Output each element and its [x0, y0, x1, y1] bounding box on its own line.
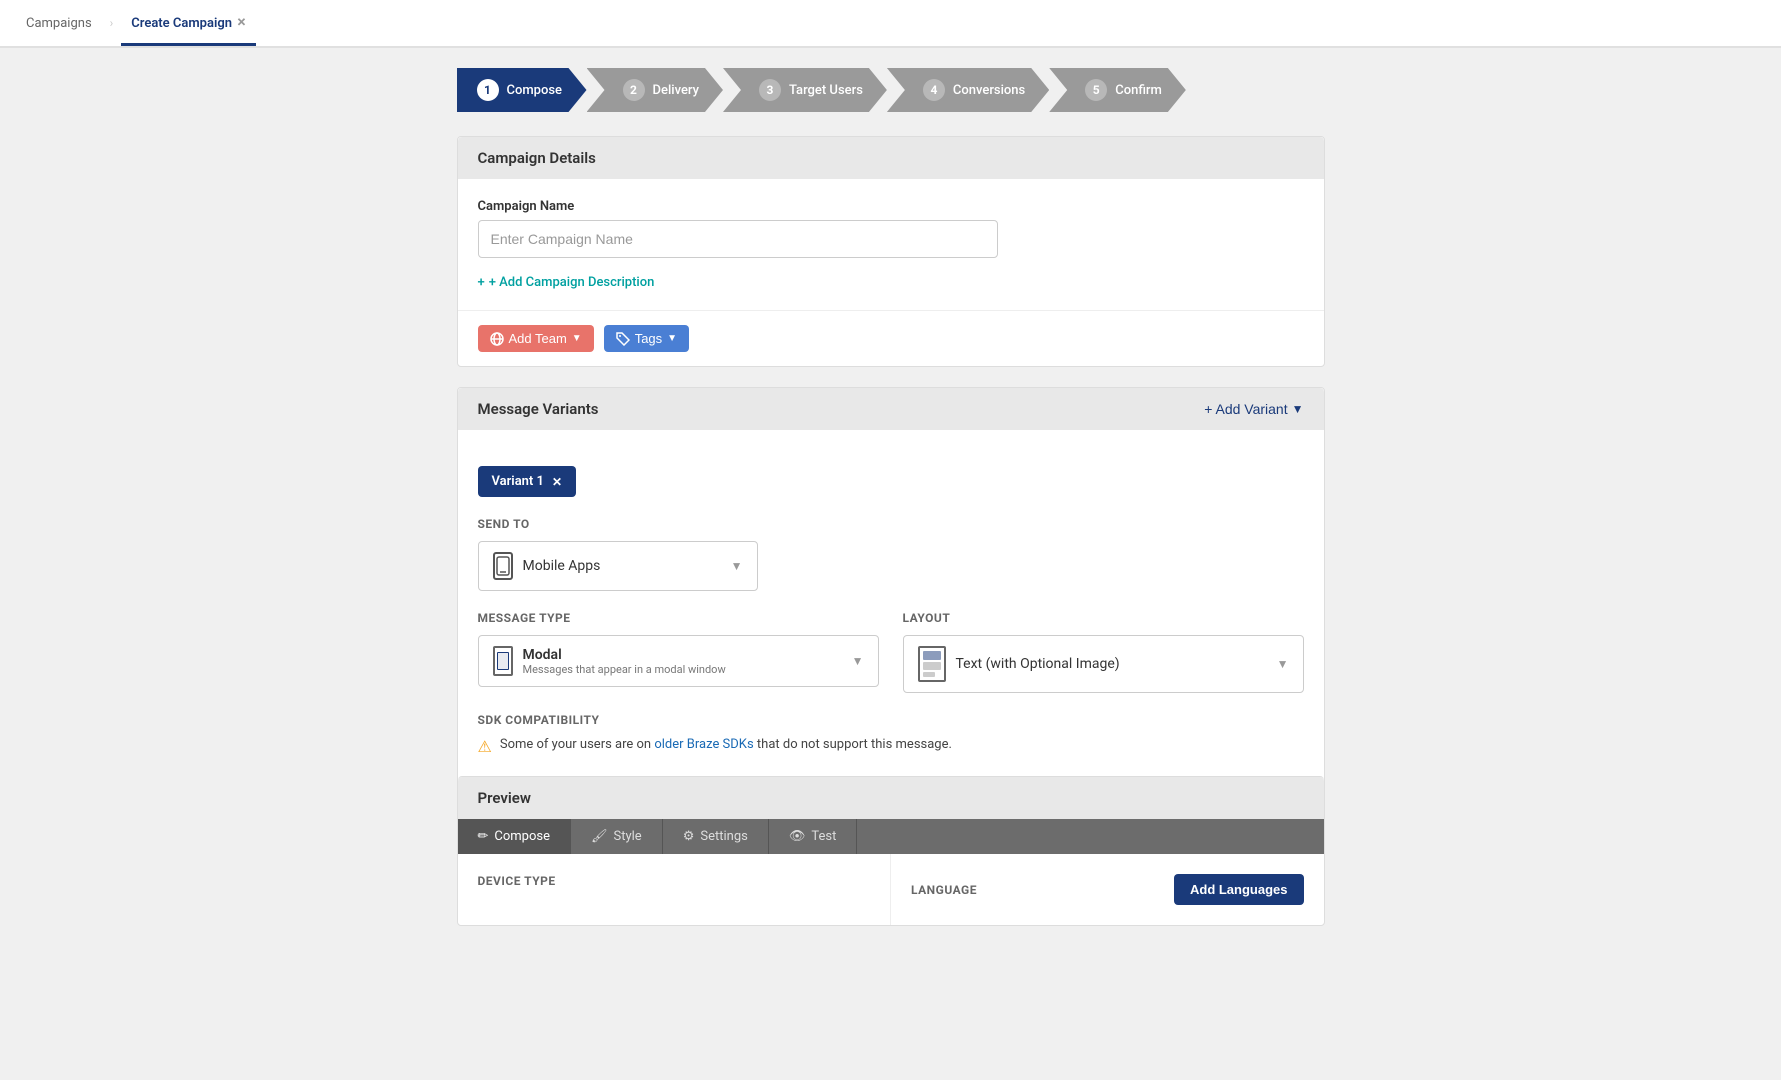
sdk-compat-label: SDK COMPATIBILITY	[478, 713, 1304, 727]
send-to-select-inner: Mobile Apps	[493, 552, 601, 580]
message-type-inner: Modal Messages that appear in a modal wi…	[493, 646, 726, 676]
close-tab-icon[interactable]: ×	[237, 12, 246, 31]
preview-right-panel: LANGUAGE Add Languages	[891, 854, 1324, 925]
tags-row: Add Team ▼ Tags ▼	[458, 310, 1324, 366]
send-to-select[interactable]: Mobile Apps ▼	[478, 541, 758, 591]
sdk-warning-text: Some of your users are on	[500, 737, 651, 752]
preview-section: Preview ✏ Compose 🖌 Style ⚙ Settings 👁 T…	[458, 776, 1324, 925]
device-type-label: DEVICE TYPE	[478, 874, 871, 888]
step-label-confirm: Confirm	[1115, 83, 1162, 98]
step-label-target-users: Target Users	[789, 83, 863, 98]
layout-inner: Text (with Optional Image)	[918, 646, 1120, 682]
top-nav: Campaigns › Create Campaign ×	[0, 0, 1781, 48]
layout-col: LAYOUT Text (with Optional Image) ▼	[903, 611, 1304, 693]
message-variants-body: Variant 1 ✕ SEND TO Mobile Apps	[458, 430, 1324, 776]
globe-icon	[490, 332, 504, 346]
step-number-2: 2	[623, 79, 645, 101]
campaign-name-input[interactable]	[478, 220, 998, 258]
add-variant-chevron-icon: ▼	[1292, 402, 1304, 416]
campaign-details-card: Campaign Details Campaign Name + + Add C…	[457, 136, 1325, 367]
layout-chevron-icon: ▼	[1277, 657, 1289, 671]
wizard-step-target-users[interactable]: 3 Target Users	[723, 68, 887, 112]
message-type-label: MESSAGE TYPE	[478, 611, 879, 625]
wizard-step-confirm[interactable]: 5 Confirm	[1049, 68, 1186, 112]
step-label-delivery: Delivery	[653, 83, 699, 98]
wizard-step-conversions[interactable]: 4 Conversions	[887, 68, 1049, 112]
message-variants-card: Message Variants + Add Variant ▼ Variant…	[457, 387, 1325, 926]
step-label-conversions: Conversions	[953, 83, 1025, 98]
wizard-step-compose[interactable]: 1 Compose	[457, 68, 587, 112]
campaign-name-label: Campaign Name	[478, 199, 1304, 214]
nav-campaigns[interactable]: Campaigns	[16, 4, 102, 43]
step-number-4: 4	[923, 79, 945, 101]
layout-select[interactable]: Text (with Optional Image) ▼	[903, 635, 1304, 693]
nav-create-campaign[interactable]: Create Campaign ×	[121, 0, 255, 46]
tags-button[interactable]: Tags ▼	[604, 325, 689, 352]
preview-left-panel: DEVICE TYPE	[458, 854, 892, 925]
message-type-layout-row: MESSAGE TYPE Modal Messages that appear …	[478, 611, 1304, 693]
add-team-button[interactable]: Add Team ▼	[478, 325, 594, 352]
variant-1-tab[interactable]: Variant 1 ✕	[478, 466, 577, 497]
pencil-icon: ✏	[478, 829, 489, 844]
wizard-step-delivery[interactable]: 2 Delivery	[587, 68, 723, 112]
wizard-steps: 1 Compose 2 Delivery 3 Target Users 4 Co…	[457, 68, 1325, 112]
preview-header: Preview	[458, 777, 1324, 819]
add-languages-button[interactable]: Add Languages	[1174, 874, 1304, 905]
layout-value: Text (with Optional Image)	[956, 656, 1120, 672]
message-variants-header: Message Variants + Add Variant ▼	[458, 388, 1324, 430]
message-type-name: Modal	[523, 647, 726, 663]
gear-icon: ⚙	[683, 829, 695, 844]
step-number-5: 5	[1085, 79, 1107, 101]
tab-settings[interactable]: ⚙ Settings	[663, 819, 769, 854]
sdk-warning-text2: that do not support this message.	[757, 737, 952, 752]
add-description-link[interactable]: + + Add Campaign Description	[478, 275, 655, 290]
sdk-warning: ⚠ Some of your users are on older Braze …	[478, 737, 1304, 756]
main-content: 1 Compose 2 Delivery 3 Target Users 4 Co…	[441, 48, 1341, 966]
modal-type-icon	[493, 646, 513, 676]
tab-compose[interactable]: ✏ Compose	[458, 819, 572, 854]
language-label: LANGUAGE	[911, 883, 977, 897]
message-type-col: MESSAGE TYPE Modal Messages that appear …	[478, 611, 879, 693]
add-team-chevron-icon: ▼	[572, 333, 582, 344]
variant-tab-close-icon[interactable]: ✕	[552, 475, 562, 489]
step-number-1: 1	[477, 79, 499, 101]
eye-icon: 👁	[789, 829, 806, 844]
sdk-compatibility-section: SDK COMPATIBILITY ⚠ Some of your users a…	[478, 713, 1304, 756]
warning-icon: ⚠	[478, 737, 492, 756]
send-to-label: SEND TO	[478, 517, 1304, 531]
tags-chevron-icon: ▼	[667, 333, 677, 344]
plus-icon: +	[478, 275, 485, 290]
tab-style[interactable]: 🖌 Style	[571, 819, 663, 854]
campaign-details-body: Campaign Name + + Add Campaign Descripti…	[458, 179, 1324, 310]
preview-body: DEVICE TYPE LANGUAGE Add Languages	[458, 854, 1324, 925]
tab-test[interactable]: 👁 Test	[769, 819, 858, 854]
send-to-section: SEND TO Mobile Apps ▼	[478, 517, 1304, 591]
message-type-desc: Messages that appear in a modal window	[523, 663, 726, 676]
layout-icon	[918, 646, 946, 682]
tag-icon	[616, 332, 630, 346]
step-number-3: 3	[759, 79, 781, 101]
mobile-apps-icon	[493, 552, 513, 580]
campaign-name-group: Campaign Name	[478, 199, 1304, 258]
send-to-chevron-icon: ▼	[731, 559, 743, 573]
sdk-link[interactable]: older Braze SDKs	[654, 737, 753, 752]
language-row: LANGUAGE Add Languages	[911, 874, 1304, 905]
paint-icon: 🖌	[591, 829, 608, 844]
add-variant-button[interactable]: + Add Variant ▼	[1204, 401, 1303, 417]
step-label-compose: Compose	[507, 83, 563, 98]
message-type-chevron-icon: ▼	[852, 654, 864, 668]
layout-label: LAYOUT	[903, 611, 1304, 625]
add-description-text: + Add Campaign Description	[489, 275, 655, 290]
campaign-details-header: Campaign Details	[458, 137, 1324, 179]
message-type-select[interactable]: Modal Messages that appear in a modal wi…	[478, 635, 879, 687]
preview-tabs: ✏ Compose 🖌 Style ⚙ Settings 👁 Test	[458, 819, 1324, 854]
